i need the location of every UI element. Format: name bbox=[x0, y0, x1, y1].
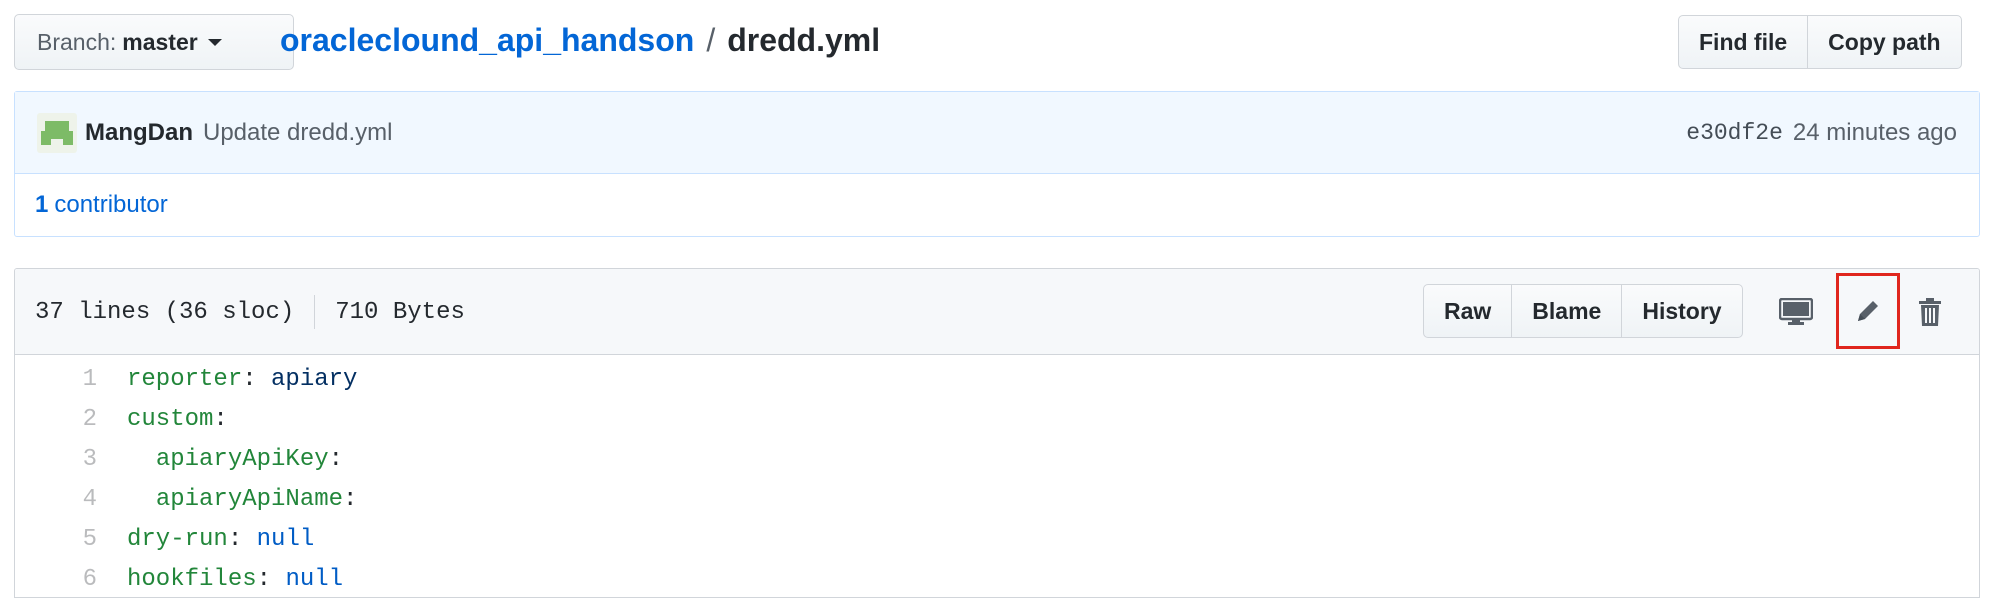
commit-time: 24 minutes ago bbox=[1792, 119, 1957, 146]
yaml-key: reporter bbox=[127, 365, 243, 393]
code-line: 5 dry-run: null bbox=[15, 519, 1979, 559]
contributors-link[interactable]: 1 contributor bbox=[15, 174, 1979, 236]
commit-author[interactable]: MangDan bbox=[85, 119, 193, 147]
code-body: 1 reporter: apiary 2 custom: 3 apiaryApiKey:… bbox=[15, 355, 1979, 597]
yaml-key: apiaryApiName bbox=[155, 485, 344, 513]
breadcrumb-separator: / bbox=[706, 22, 716, 58]
trash-icon bbox=[1919, 298, 1941, 326]
avatar[interactable] bbox=[37, 112, 77, 153]
line-number[interactable]: 4 bbox=[15, 486, 97, 513]
yaml-separator: : bbox=[213, 405, 228, 433]
file-name: dredd.yml bbox=[727, 22, 881, 58]
yaml-separator: : bbox=[256, 565, 286, 593]
file-viewer: 37 lines (36 sloc) 710 Bytes Raw Blame H… bbox=[14, 268, 1980, 598]
blame-button[interactable]: Blame bbox=[1511, 284, 1623, 338]
chevron-down-icon bbox=[207, 38, 222, 46]
code-line: 4 apiaryApiName: bbox=[15, 479, 1979, 519]
edit-file-button[interactable] bbox=[1836, 273, 1900, 349]
file-lines-info: 37 lines (36 sloc) bbox=[35, 298, 295, 326]
line-content: apiaryApiKey: bbox=[97, 446, 343, 473]
line-content: custom: bbox=[97, 406, 228, 433]
yaml-separator: : bbox=[227, 525, 257, 553]
commit-message[interactable]: Update dredd.yml bbox=[203, 119, 392, 147]
breadcrumb: oracleclound_api_handson / dredd.yml bbox=[280, 18, 880, 62]
raw-button[interactable]: Raw bbox=[1423, 284, 1513, 338]
file-actions: Raw Blame History bbox=[1423, 284, 1743, 338]
line-content: dry-run: null bbox=[97, 526, 314, 553]
yaml-value: null bbox=[285, 565, 344, 593]
yaml-key: dry-run bbox=[127, 525, 228, 553]
yaml-value: null bbox=[256, 525, 315, 553]
code-line: 2 custom: bbox=[15, 399, 1979, 439]
line-number[interactable]: 5 bbox=[15, 526, 97, 553]
line-number[interactable]: 6 bbox=[15, 566, 97, 593]
delete-file-button[interactable] bbox=[1905, 287, 1955, 337]
yaml-key: hookfiles bbox=[127, 565, 257, 593]
yaml-key: custom bbox=[127, 405, 214, 433]
commit-sha[interactable]: e30df2e bbox=[1686, 120, 1783, 146]
commit-tease: MangDan Update dredd.yml e30df2e 24 minu… bbox=[14, 91, 1980, 237]
line-number[interactable]: 1 bbox=[15, 366, 97, 393]
code-line: 3 apiaryApiKey: bbox=[15, 439, 1979, 479]
line-number[interactable]: 2 bbox=[15, 406, 97, 433]
pencil-icon bbox=[1858, 301, 1878, 321]
find-file-button[interactable]: Find file bbox=[1678, 15, 1809, 69]
code-line: 6 hookfiles: null bbox=[15, 559, 1979, 597]
repo-link[interactable]: oracleclound_api_handson bbox=[280, 18, 694, 62]
code-line: 1 reporter: apiary bbox=[15, 359, 1979, 399]
branch-label: Branch: bbox=[37, 28, 117, 55]
file-info-divider bbox=[314, 295, 316, 329]
line-content: apiaryApiName: bbox=[97, 485, 358, 513]
copy-path-button[interactable]: Copy path bbox=[1807, 15, 1962, 69]
branch-selector-button[interactable]: Branch: master bbox=[14, 14, 294, 70]
yaml-separator: : bbox=[343, 485, 358, 513]
history-button[interactable]: History bbox=[1621, 284, 1743, 338]
yaml-key: apiaryApiKey bbox=[155, 445, 329, 473]
contributor-count: 1 bbox=[35, 191, 49, 218]
line-content: reporter: apiary bbox=[97, 366, 357, 393]
contributor-label: contributor bbox=[54, 191, 168, 218]
commit-meta: e30df2e 24 minutes ago bbox=[1686, 92, 1957, 174]
branch-value: master bbox=[122, 28, 198, 55]
yaml-separator: : bbox=[328, 445, 344, 473]
file-size: 710 Bytes bbox=[335, 298, 465, 326]
line-content: hookfiles: null bbox=[97, 566, 343, 593]
line-number[interactable]: 3 bbox=[15, 446, 97, 473]
yaml-value: apiary bbox=[271, 365, 358, 393]
desktop-icon[interactable] bbox=[1771, 287, 1821, 337]
latest-commit-row: MangDan Update dredd.yml e30df2e 24 minu… bbox=[15, 92, 1979, 174]
yaml-separator: : bbox=[242, 365, 272, 393]
file-nav-actions: Find file Copy path bbox=[1678, 15, 1962, 69]
file-header: 37 lines (36 sloc) 710 Bytes Raw Blame H… bbox=[15, 269, 1979, 355]
file-info: 37 lines (36 sloc) 710 Bytes bbox=[35, 269, 465, 355]
